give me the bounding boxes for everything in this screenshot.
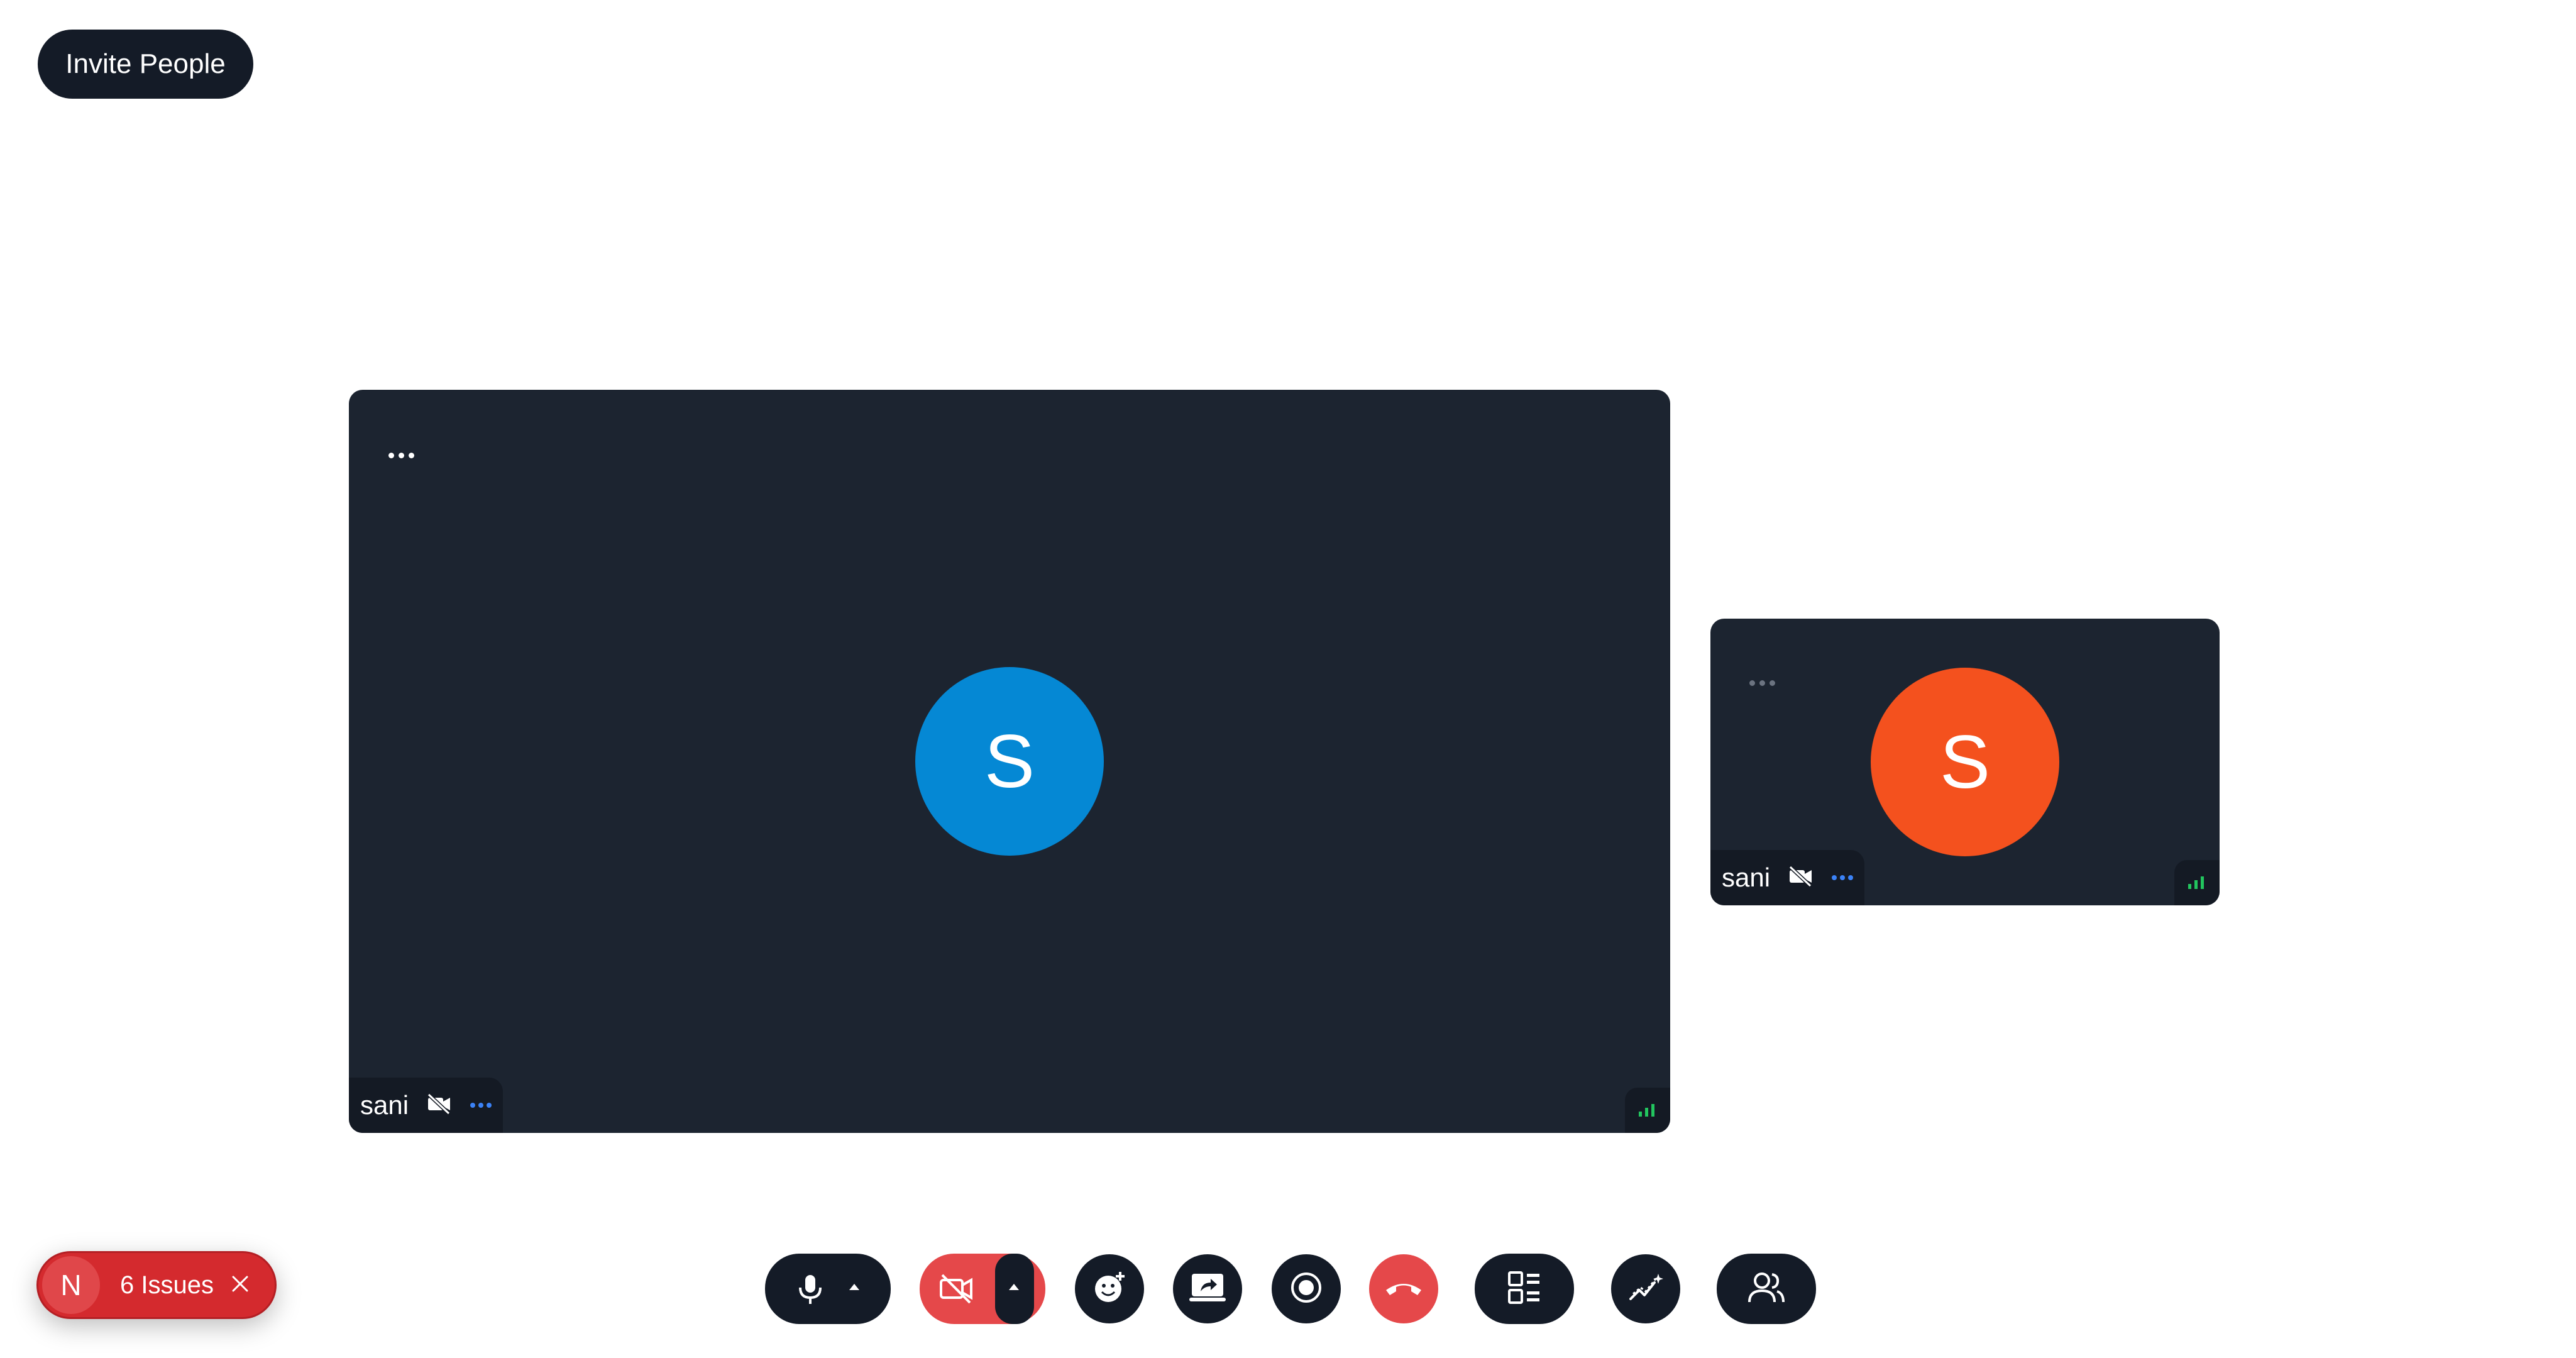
camera-options-button[interactable] (995, 1254, 1034, 1324)
screen-share-button[interactable] (1173, 1254, 1242, 1323)
end-call-button[interactable] (1369, 1254, 1438, 1323)
camera-off-icon[interactable] (937, 1271, 975, 1310)
participant-name-bar: sani (349, 1078, 504, 1133)
layout-button[interactable] (1475, 1254, 1574, 1324)
participant-name: sani (360, 1090, 409, 1120)
camera-control[interactable] (920, 1254, 1045, 1324)
screen-share-icon (1188, 1271, 1227, 1307)
avatar: S (1871, 668, 2059, 856)
camera-off-icon (1788, 865, 1814, 891)
issues-indicator[interactable]: N 6 Issues (36, 1251, 277, 1319)
invite-people-button[interactable]: Invite People (38, 30, 253, 99)
participant-options-icon[interactable] (1832, 875, 1854, 880)
participant-name-bar: sani (1710, 850, 1865, 905)
whiteboard-button[interactable] (1611, 1254, 1680, 1323)
participants-icon (1747, 1271, 1786, 1308)
microphone-icon[interactable] (796, 1272, 824, 1308)
emoji-add-icon (1091, 1269, 1128, 1309)
participants-button[interactable] (1717, 1254, 1816, 1324)
participant-tile-self[interactable]: S sani (1710, 619, 2220, 905)
end-call-icon (1384, 1276, 1424, 1302)
camera-off-icon (426, 1093, 453, 1118)
microphone-control[interactable] (765, 1254, 891, 1324)
avatar: S (915, 667, 1104, 856)
network-signal-icon (2174, 860, 2220, 905)
participant-tile-main[interactable]: S sani (349, 390, 1670, 1133)
participant-name: sani (1722, 863, 1771, 892)
reactions-button[interactable] (1075, 1254, 1144, 1323)
tile-more-options-icon[interactable] (1749, 680, 1775, 686)
record-button[interactable] (1272, 1254, 1341, 1323)
close-icon[interactable] (230, 1274, 250, 1297)
issues-logo: N (42, 1256, 100, 1314)
whiteboard-icon (1627, 1271, 1665, 1307)
participant-options-icon[interactable] (470, 1103, 492, 1108)
network-signal-icon (1625, 1088, 1670, 1133)
tile-more-options-icon[interactable] (388, 453, 414, 458)
record-icon (1289, 1270, 1324, 1308)
issues-count-label: 6 Issues (120, 1271, 214, 1299)
caret-up-icon (1009, 1284, 1019, 1290)
caret-up-icon[interactable] (847, 1280, 862, 1296)
layout-icon (1507, 1270, 1542, 1308)
